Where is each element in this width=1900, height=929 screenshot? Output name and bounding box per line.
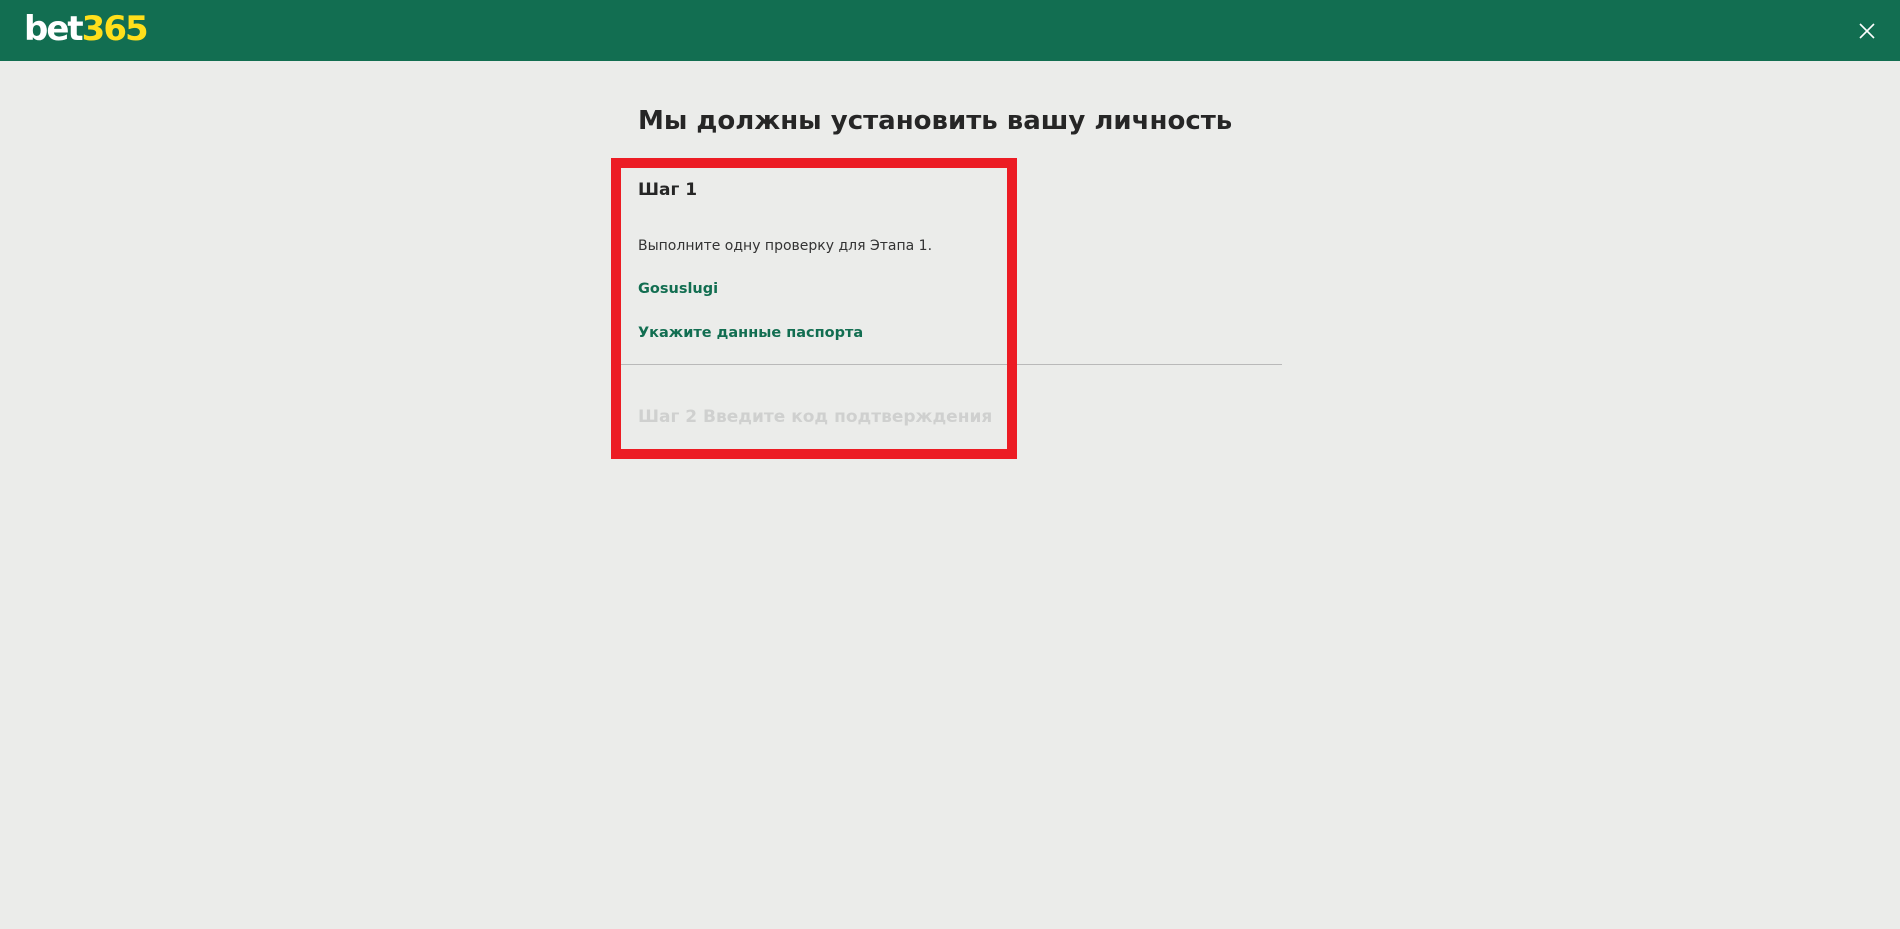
top-bar: bet365: [0, 0, 1900, 61]
logo-text-bet: bet: [24, 9, 84, 49]
step2-title: Шаг 2 Введите код подтверждения: [638, 407, 993, 427]
page-title: Мы должны установить вашу личность: [638, 106, 1233, 136]
logo-text-365: 365: [81, 9, 149, 49]
passport-data-link[interactable]: Укажите данные паспорта: [638, 325, 863, 341]
step1-title: Шаг 1: [638, 180, 698, 200]
divider: [621, 364, 1282, 365]
step1-description: Выполните одну проверку для Этапа 1.: [638, 238, 933, 254]
close-button[interactable]: [1852, 16, 1882, 46]
gosuslugi-link[interactable]: Gosuslugi: [638, 281, 718, 297]
bet365-logo[interactable]: bet365: [24, 9, 149, 49]
close-icon: [1859, 23, 1875, 39]
